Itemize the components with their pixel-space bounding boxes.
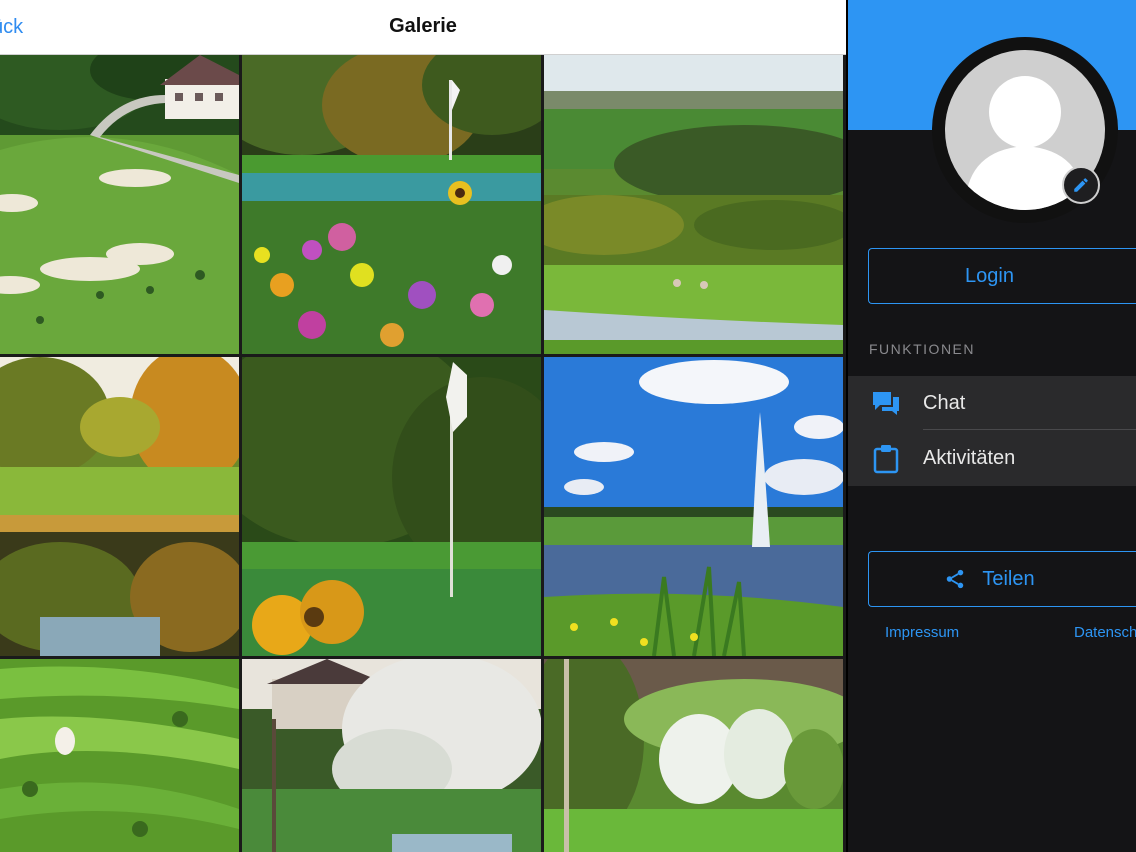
share-icon [947, 569, 964, 589]
chat-icon [848, 390, 923, 418]
share-button-label: Teilen [982, 567, 1035, 590]
menu-item-label: Aktivitäten [923, 447, 1016, 469]
side-menu: Login FUNKTIONEN Chat Aktivitäten Teilen [846, 0, 1136, 852]
gallery-screen: ück Galerie [0, 0, 846, 852]
gallery-image-flag-closeup-sunflower[interactable] [242, 357, 541, 656]
menu-divider [923, 429, 1136, 430]
page-title: Galerie [389, 15, 457, 37]
gallery-image-blossom-tree-house[interactable] [242, 659, 541, 852]
gallery-image-aerial-fairways[interactable] [0, 659, 239, 852]
gallery-image-blossom-trees-meadow[interactable] [544, 659, 843, 852]
datenschutz-link[interactable]: Datensch [1074, 624, 1136, 641]
navigation-bar: ück Galerie [0, 0, 846, 55]
edit-avatar-button[interactable] [1062, 166, 1100, 204]
menu-item-label: Chat [923, 392, 966, 414]
impressum-link[interactable]: Impressum [885, 624, 959, 641]
share-button[interactable]: Teilen [868, 551, 1136, 607]
pencil-icon [1074, 178, 1088, 192]
gallery-image-lake-fountain[interactable] [544, 357, 843, 656]
clipboard-icon [848, 444, 923, 474]
gallery-image-autumn-pond[interactable] [0, 357, 239, 656]
login-button[interactable]: Login [868, 248, 1136, 304]
login-button-label: Login [965, 264, 1014, 287]
section-label-funktionen: FUNKTIONEN [869, 341, 975, 357]
menu-item-aktivitaeten[interactable]: Aktivitäten [848, 431, 1136, 486]
gallery-image-golf-course-clubhouse[interactable] [0, 55, 239, 354]
gallery-image-flag-with-flowers[interactable] [242, 55, 541, 354]
image-grid [0, 55, 846, 852]
gallery-image-fairway-with-pond[interactable] [544, 55, 843, 354]
menu-item-chat[interactable]: Chat [848, 376, 1136, 431]
